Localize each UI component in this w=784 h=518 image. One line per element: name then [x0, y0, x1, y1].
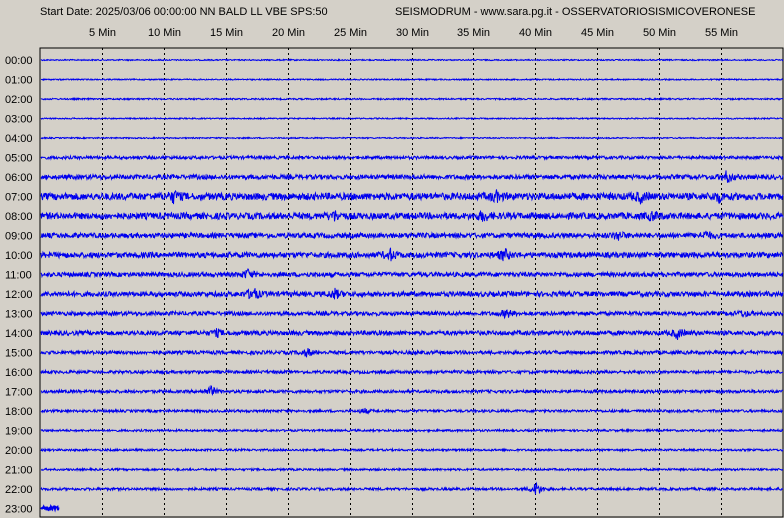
- hour-label: 15:00: [5, 348, 33, 360]
- hour-trace: [40, 136, 784, 140]
- hour-label: 02:00: [5, 94, 33, 106]
- hour-trace: [40, 481, 784, 495]
- x-tick-label: 35 Min: [457, 27, 490, 39]
- hour-label: 11:00: [5, 270, 32, 282]
- hour-label: 04:00: [5, 133, 33, 145]
- hour-label: 20:00: [5, 445, 33, 457]
- hour-trace: [40, 503, 60, 513]
- hour-label: 09:00: [5, 231, 33, 243]
- hour-label: 21:00: [5, 465, 33, 477]
- hour-label: 06:00: [5, 172, 33, 184]
- x-tick-label: 40 Min: [519, 27, 552, 39]
- x-tick-label: 45 Min: [581, 27, 614, 39]
- hour-label: 17:00: [5, 387, 33, 399]
- hour-label: 05:00: [5, 153, 33, 165]
- x-tick-label: 30 Min: [396, 27, 429, 39]
- hour-label: 03:00: [5, 114, 33, 126]
- hour-label: 23:00: [5, 504, 33, 516]
- hour-label: 08:00: [5, 211, 33, 223]
- x-tick-label: 25 Min: [334, 27, 367, 39]
- hour-label: 12:00: [5, 289, 33, 301]
- hour-trace: [40, 427, 784, 434]
- hour-trace: [40, 58, 784, 62]
- hour-label: 22:00: [5, 484, 33, 496]
- x-tick-label: 50 Min: [643, 27, 676, 39]
- hour-trace: [40, 309, 784, 320]
- hour-label: 19:00: [5, 426, 33, 438]
- hour-label: 14:00: [5, 328, 33, 340]
- hour-label: 16:00: [5, 367, 33, 379]
- hour-label: 10:00: [5, 250, 33, 262]
- hour-label: 13:00: [5, 309, 33, 321]
- hour-trace: [40, 189, 784, 205]
- hour-trace: [40, 170, 784, 183]
- hour-label: 01:00: [5, 75, 33, 87]
- x-tick-label: 5 Min: [89, 27, 116, 39]
- x-tick-label: 15 Min: [210, 27, 243, 39]
- x-tick-label: 10 Min: [148, 27, 181, 39]
- hour-labels: 00:00 01:00 02:00 03:00 04:00 05:00 06:00 07:00…: [5, 55, 33, 516]
- hour-trace: [40, 154, 784, 161]
- hour-label: 07:00: [5, 192, 33, 204]
- x-tick-label: 55 Min: [705, 27, 738, 39]
- hour-trace: [40, 77, 784, 82]
- hour-trace: [40, 210, 784, 222]
- hour-label: 18:00: [5, 406, 33, 418]
- seismogram-plot: 5 Min 10 Min 15 Min 20 Min 25 Min 30 Min 35 Mi…: [5, 27, 784, 518]
- hour-trace: [40, 268, 784, 279]
- hour-label: 00:00: [5, 55, 33, 67]
- x-tick-label: 20 Min: [272, 27, 305, 39]
- x-tick-labels: 5 Min 10 Min 15 Min 20 Min 25 Min 30 Min 35 Mi…: [89, 27, 738, 39]
- hour-trace: [40, 96, 784, 102]
- hour-trace: [40, 368, 784, 376]
